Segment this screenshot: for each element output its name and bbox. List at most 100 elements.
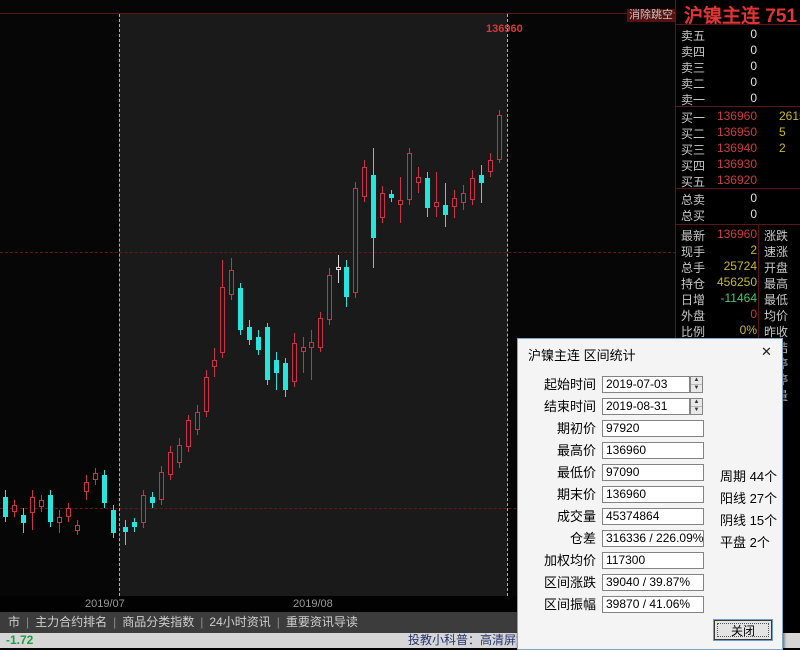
dialog-field-input[interactable]: 136960 bbox=[602, 486, 704, 503]
dialog-field-input[interactable]: 2019-08-31 bbox=[602, 398, 690, 415]
spinner-control[interactable]: ▲▼ bbox=[690, 398, 703, 415]
quote-row-value: 0% bbox=[676, 323, 757, 337]
dialog-field-input[interactable]: 136960 bbox=[602, 442, 704, 459]
remove-gap-label: 消除跳空 bbox=[629, 9, 673, 21]
bottom-tab[interactable]: 重要资讯导读 bbox=[280, 612, 364, 633]
close-icon[interactable]: ✕ bbox=[758, 343, 775, 360]
dialog-field-input[interactable]: 39870 / 41.06% bbox=[602, 596, 704, 613]
candle-body bbox=[84, 482, 89, 492]
dialog-field-input[interactable]: 39040 / 39.87% bbox=[602, 574, 704, 591]
dialog-field-label: 区间涨跌 bbox=[524, 574, 596, 591]
candle-body bbox=[497, 115, 502, 160]
quote-stat-label-right: 涨跌 bbox=[764, 227, 788, 244]
spinner-control[interactable]: ▲▼ bbox=[690, 376, 703, 393]
candle-body bbox=[141, 495, 146, 523]
dialog-field-input[interactable]: 97090 bbox=[602, 464, 704, 481]
candle-body bbox=[102, 475, 107, 503]
dialog-side-stat: 阳线 27个 bbox=[720, 488, 777, 507]
candle-body bbox=[111, 510, 116, 533]
candle-body bbox=[301, 347, 306, 352]
bottom-tab[interactable]: 24小时资讯 bbox=[203, 612, 276, 633]
dialog-field-label: 起始时间 bbox=[524, 376, 596, 393]
dialog-field-label: 成交量 bbox=[524, 508, 596, 525]
panel-separator bbox=[676, 188, 800, 189]
quote-row-value: 0 bbox=[676, 191, 757, 205]
spinner-up-icon[interactable]: ▲ bbox=[691, 377, 702, 385]
quote-row-value: 0 bbox=[676, 307, 757, 321]
quote-row-value: 136950 bbox=[676, 125, 757, 139]
candle-body bbox=[229, 270, 234, 295]
quote-row-volume: 2615 bbox=[779, 109, 800, 123]
bottom-tab[interactable]: 主力合约排名 bbox=[29, 612, 113, 633]
x-axis-label-july: 2019/07 bbox=[85, 598, 125, 610]
candle-body bbox=[362, 167, 367, 197]
quote-row-value: 0 bbox=[676, 27, 757, 41]
candle-body bbox=[283, 363, 288, 390]
remove-gap-tag[interactable]: 消除跳空◥ bbox=[627, 9, 682, 22]
quote-row-value: 25724 bbox=[676, 259, 757, 273]
close-button[interactable]: 关闭 bbox=[714, 620, 772, 640]
quote-stat-label-right: 均价 bbox=[764, 307, 788, 324]
spinner-down-icon[interactable]: ▼ bbox=[691, 407, 702, 414]
dialog-field-input[interactable]: 2019-07-03 bbox=[602, 376, 690, 393]
selection-end-price-label: 136960 bbox=[486, 23, 523, 35]
quote-row-value: 0 bbox=[676, 91, 757, 105]
spinner-up-icon[interactable]: ▲ bbox=[691, 399, 702, 407]
dialog-field-label: 期末价 bbox=[524, 486, 596, 503]
quote-row-value: 136940 bbox=[676, 141, 757, 155]
candle-body bbox=[256, 337, 261, 350]
dialog-side-stat: 阴线 15个 bbox=[720, 510, 777, 529]
candle-body bbox=[344, 267, 349, 297]
dialog-field-input[interactable]: 45374864 bbox=[602, 508, 704, 525]
candle-body bbox=[309, 342, 314, 348]
status-change-value: -1.72 bbox=[6, 633, 33, 648]
candle-body bbox=[177, 445, 182, 463]
candle-wick bbox=[125, 520, 126, 545]
candle-body bbox=[452, 198, 457, 207]
candle-body bbox=[159, 472, 164, 500]
quote-row-volume: 2 bbox=[779, 141, 786, 155]
dialog-field-label: 仓差 bbox=[524, 530, 596, 547]
bottom-tab[interactable]: 市 bbox=[2, 612, 26, 633]
quote-row-value: 0 bbox=[676, 207, 757, 221]
quote-row-value: 136960 bbox=[676, 109, 757, 123]
dialog-field-label: 最低价 bbox=[524, 464, 596, 481]
candle-body bbox=[12, 505, 17, 512]
candle-wick bbox=[303, 337, 304, 373]
quote-stat-label-right: 速涨 bbox=[764, 243, 788, 260]
quote-row-value: 0 bbox=[676, 59, 757, 73]
candle-body bbox=[212, 360, 217, 367]
candle-body bbox=[461, 193, 466, 203]
candle-body bbox=[443, 205, 448, 215]
selection-boundary-line bbox=[119, 14, 120, 596]
candle-body bbox=[434, 202, 439, 207]
candle-wick bbox=[436, 172, 437, 217]
quote-row-value: 136960 bbox=[676, 227, 757, 241]
candle-body bbox=[93, 473, 98, 480]
bottom-tab[interactable]: 商品分类指数 bbox=[116, 612, 200, 633]
candle-body bbox=[318, 318, 323, 348]
candle-body bbox=[425, 178, 430, 208]
candle-body bbox=[416, 177, 421, 183]
panel-separator bbox=[676, 24, 800, 25]
quote-row-value: 0 bbox=[676, 75, 757, 89]
candle-body bbox=[371, 175, 376, 238]
candle-body bbox=[488, 160, 493, 172]
candle-body bbox=[265, 327, 270, 380]
candle-body bbox=[21, 515, 26, 523]
spinner-down-icon[interactable]: ▼ bbox=[691, 385, 702, 392]
x-axis-label-august: 2019/08 bbox=[293, 598, 333, 610]
quote-row-volume: 5 bbox=[779, 125, 786, 139]
dialog-side-stat: 周期 44个 bbox=[720, 466, 777, 485]
quote-stat-label-right: 最高 bbox=[764, 275, 788, 292]
candle-body bbox=[292, 343, 297, 382]
candle-body bbox=[353, 188, 358, 293]
quote-stat-label-right: 开盘 bbox=[764, 259, 788, 276]
candle-body bbox=[195, 412, 200, 430]
candle-body bbox=[247, 327, 252, 340]
dialog-field-input[interactable]: 316336 / 226.09% bbox=[602, 530, 704, 547]
dialog-field-input[interactable]: 97920 bbox=[602, 420, 704, 437]
dialog-field-label: 区间振幅 bbox=[524, 596, 596, 613]
dialog-field-input[interactable]: 117300 bbox=[602, 552, 704, 569]
candle-body bbox=[238, 288, 243, 330]
